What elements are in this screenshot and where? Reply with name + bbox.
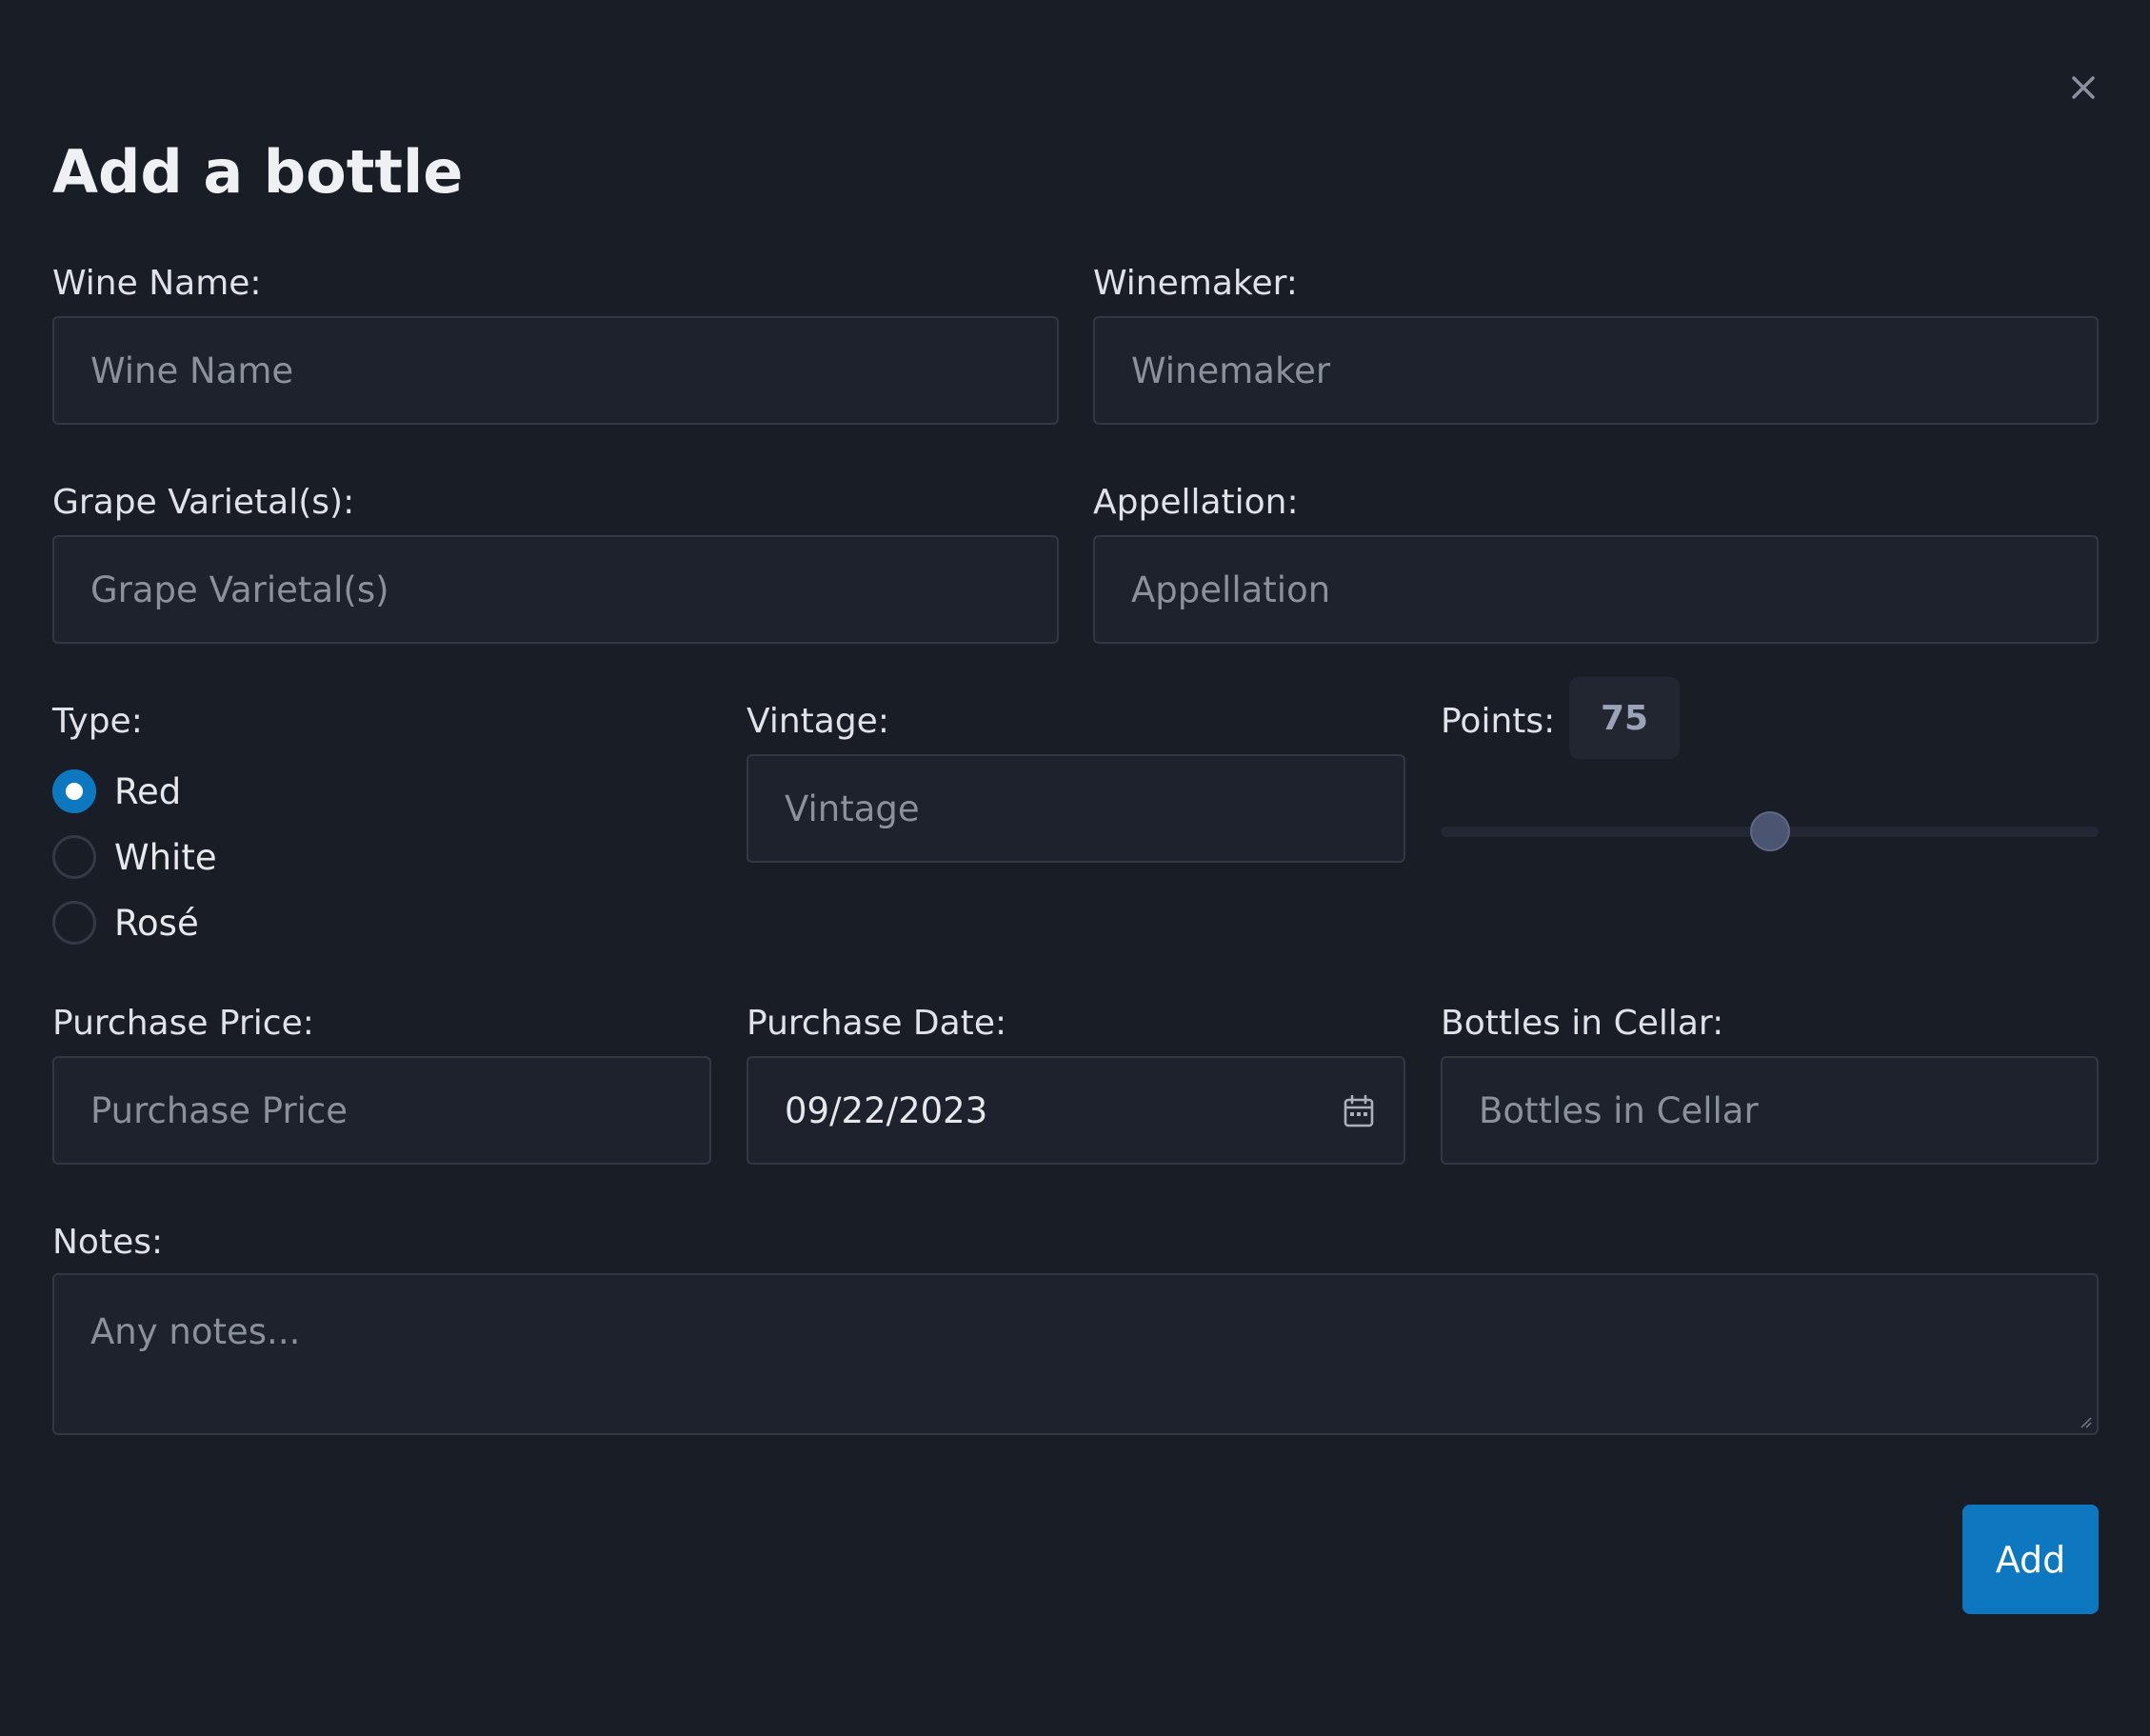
grape-varietals-label: Grape Varietal(s): <box>52 483 355 522</box>
points-value: 75 <box>1569 677 1680 759</box>
grape-varietals-placeholder: Grape Varietal(s) <box>90 569 389 610</box>
wine-name-input[interactable]: Wine Name <box>52 316 1059 425</box>
appellation-placeholder: Appellation <box>1131 569 1331 610</box>
purchase-price-placeholder: Purchase Price <box>90 1089 348 1131</box>
add-button[interactable]: Add <box>1962 1505 2099 1614</box>
vintage-input[interactable]: Vintage <box>747 754 1405 863</box>
winemaker-label: Winemaker: <box>1093 264 1298 303</box>
wine-name-placeholder: Wine Name <box>90 349 294 391</box>
notes-textarea[interactable]: Any notes... <box>52 1273 2099 1435</box>
radio-rose-label: Rosé <box>114 902 199 944</box>
vintage-placeholder: Vintage <box>785 788 920 829</box>
radio-red[interactable] <box>52 769 96 813</box>
bottles-in-cellar-placeholder: Bottles in Cellar <box>1479 1089 1759 1131</box>
bottles-in-cellar-label: Bottles in Cellar: <box>1441 1004 1724 1043</box>
resize-grip-icon[interactable] <box>2078 1414 2093 1429</box>
purchase-date-value: 09/22/2023 <box>785 1089 988 1131</box>
close-icon <box>2072 76 2095 99</box>
radio-white-label: White <box>114 836 217 878</box>
bottles-in-cellar-input[interactable]: Bottles in Cellar <box>1441 1056 2099 1165</box>
winemaker-placeholder: Winemaker <box>1131 349 1331 391</box>
close-button[interactable] <box>2068 72 2099 103</box>
radio-red-label: Red <box>114 770 182 812</box>
points-slider-thumb[interactable] <box>1749 811 1790 851</box>
radio-rose[interactable] <box>52 901 96 945</box>
winemaker-input[interactable]: Winemaker <box>1093 316 2099 425</box>
type-label: Type: <box>52 702 143 741</box>
purchase-price-input[interactable]: Purchase Price <box>52 1056 711 1165</box>
purchase-date-input[interactable]: 09/22/2023 <box>747 1056 1405 1165</box>
notes-label: Notes: <box>52 1223 164 1262</box>
notes-placeholder: Any notes... <box>90 1311 301 1352</box>
grape-varietals-input[interactable]: Grape Varietal(s) <box>52 535 1059 644</box>
points-label: Points: <box>1441 702 1556 741</box>
type-option-white[interactable]: White <box>52 835 217 879</box>
appellation-label: Appellation: <box>1093 483 1299 522</box>
vintage-label: Vintage: <box>747 702 889 741</box>
calendar-icon[interactable] <box>1343 1094 1375 1128</box>
purchase-price-label: Purchase Price: <box>52 1004 314 1043</box>
add-bottle-modal: Add a bottle Wine Name: Wine Name Winema… <box>0 0 2150 1736</box>
appellation-input[interactable]: Appellation <box>1093 535 2099 644</box>
wine-name-label: Wine Name: <box>52 264 262 303</box>
type-option-red[interactable]: Red <box>52 769 181 813</box>
purchase-date-label: Purchase Date: <box>747 1004 1007 1043</box>
type-option-rose[interactable]: Rosé <box>52 901 199 945</box>
radio-white[interactable] <box>52 835 96 879</box>
modal-title: Add a bottle <box>52 137 464 207</box>
